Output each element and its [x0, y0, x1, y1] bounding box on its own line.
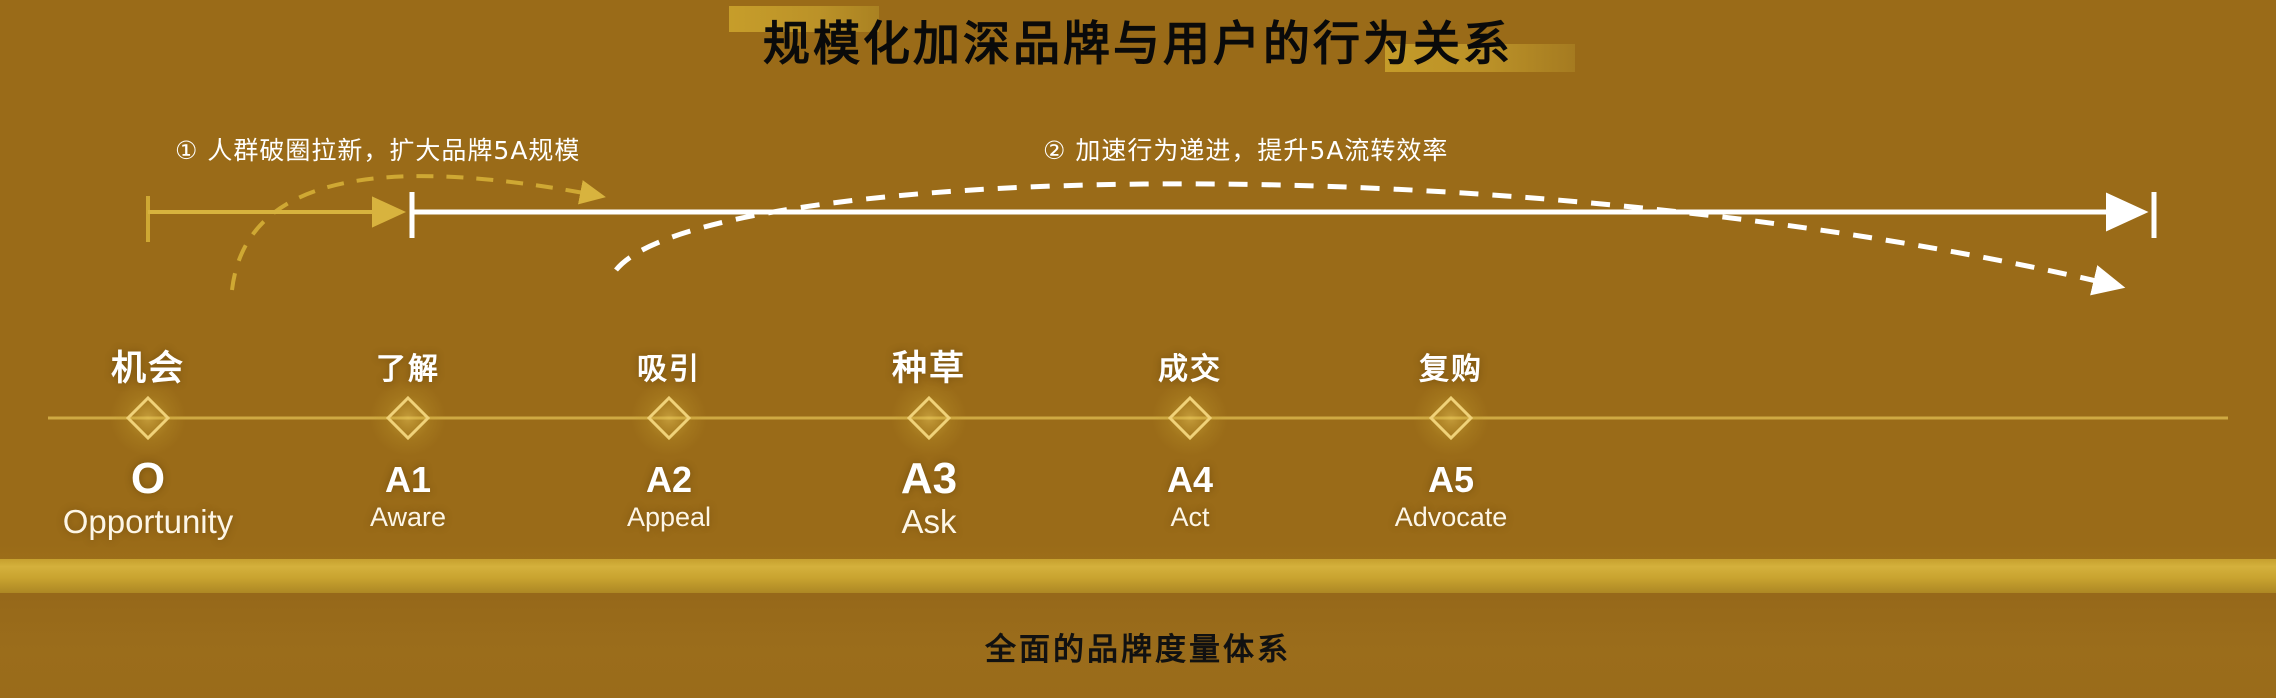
- stage-code-a2: A2: [645, 459, 693, 500]
- stage-code-a3: A3: [900, 454, 958, 503]
- stage-marker-a2: [631, 380, 707, 456]
- stage-cn-a3: 种草: [891, 349, 967, 389]
- stage-marker-a3: [891, 380, 967, 456]
- stage-label-a1: A1 Aware: [370, 459, 446, 533]
- stage-en-a2: Appeal: [626, 502, 712, 532]
- stage-en-a1: Aware: [369, 502, 447, 532]
- stage-en-a3: Ask: [901, 503, 957, 540]
- stage-cn-o: 机会: [110, 349, 186, 389]
- stage-label-a5: A5 Advocate: [1395, 459, 1508, 533]
- dashed-arc-gold: [230, 174, 606, 291]
- page-title: 规模化加深品牌与用户的行为关系: [763, 16, 1513, 72]
- stage-code-o: O: [130, 454, 166, 503]
- stage-code-a1: A1: [384, 459, 432, 500]
- gold-divider-band: [0, 559, 2276, 593]
- stage-marker-a1: [370, 380, 446, 456]
- dashed-arc-white: [614, 181, 2126, 296]
- stage-label-a4: A4 Act: [1167, 459, 1213, 533]
- stage-code-a5: A5: [1427, 459, 1475, 500]
- stage-label-a2: A2 Appeal: [627, 459, 711, 533]
- footer-title: 全面的品牌度量体系: [985, 631, 1291, 668]
- stage-en-a5: Advocate: [1394, 502, 1508, 532]
- stage-marker-a5: [1413, 380, 1489, 456]
- slide-canvas: 规模化加深品牌与用户的行为关系 ① 人群破圈拉新，扩大品牌5A规模 ② 加速行为递进…: [0, 0, 2276, 698]
- stage-en-a4: Act: [1170, 502, 1210, 532]
- stage-label-o: O Opportunity: [63, 455, 234, 541]
- stage-marker-a4: [1152, 380, 1228, 456]
- stage-cn-a4: 成交: [1158, 352, 1222, 387]
- stage-cn-a1: 了解: [376, 352, 440, 387]
- stage-label-a3: A3 Ask: [901, 455, 957, 541]
- footer-block: 全面的品牌度量体系: [0, 611, 2276, 681]
- stage-en-o: Opportunity: [62, 503, 234, 540]
- stage-cn-a2: 吸引: [637, 352, 701, 387]
- stage-cn-a5: 复购: [1419, 352, 1483, 387]
- stage-marker-o: [110, 380, 186, 456]
- stage-code-a4: A4: [1166, 459, 1214, 500]
